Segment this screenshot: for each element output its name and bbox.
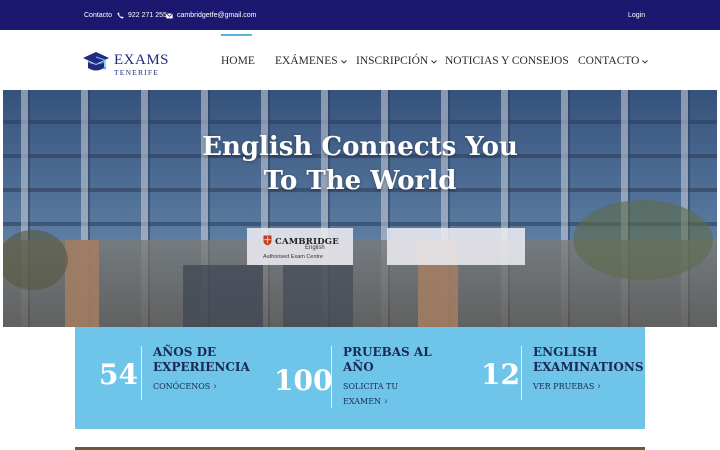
chevron-right-icon: › — [213, 382, 217, 392]
stat-title-line-2: EXPERIENCIA — [153, 360, 250, 374]
cambridge-caption: Authorised Exam Centre — [263, 254, 323, 260]
chevron-right-icon: › — [384, 397, 388, 407]
stat-title-line-1: AÑOS DE — [153, 345, 217, 359]
envelope-icon — [166, 12, 173, 19]
cambridge-logo: CAMBRIDGE — [263, 233, 339, 251]
nav-noticias-label[interactable]: NOTICIAS Y CONSEJOS — [445, 55, 569, 67]
hero-building-image — [3, 90, 717, 327]
nav-inscripcion-label[interactable]: INSCRIPCIÓN — [356, 55, 428, 67]
chevron-down-icon — [431, 55, 438, 67]
stat-title: AÑOS DE EXPERIENCIA — [153, 345, 250, 375]
stat-link-label[interactable]: VER PRUEBAS — [533, 382, 594, 391]
stat-link-line-1[interactable]: SOLICITA TU — [343, 379, 398, 394]
stat-divider — [521, 346, 522, 400]
stat-number: 54 — [99, 358, 138, 391]
nav-contacto-label[interactable]: CONTACTO — [578, 55, 639, 67]
top-bar: Contacto 922 271 255 cambridgetfe@gmail.… — [0, 0, 720, 30]
nav-examenes[interactable]: EXÁMENES — [275, 55, 347, 67]
solicita-examen-link[interactable]: SOLICITA TU EXAMEN › — [343, 379, 398, 410]
logo-line-2: TENERIFE — [114, 67, 160, 77]
email-link[interactable]: cambridgetfe@gmail.com — [166, 12, 256, 19]
contact-link[interactable]: Contacto — [84, 12, 112, 19]
nav-examenes-label[interactable]: EXÁMENES — [275, 55, 338, 67]
phone-link[interactable]: 922 271 255 — [117, 12, 167, 19]
cambridge-sub: English — [305, 245, 325, 251]
email-address[interactable]: cambridgetfe@gmail.com — [177, 12, 256, 19]
cambridge-badge[interactable]: CAMBRIDGE English Authorised Exam Centre — [247, 228, 353, 265]
login-label[interactable]: Login — [628, 12, 645, 19]
chevron-down-icon — [340, 55, 347, 67]
stat-title-line-1: ENGLISH — [533, 345, 598, 359]
hero-banner: English Connects You To The World CAMBRI… — [3, 90, 717, 327]
chevron-right-icon: › — [597, 382, 601, 392]
nav-home[interactable]: HOME — [221, 55, 255, 67]
stat-title: ENGLISH EXAMINATIONS — [533, 345, 644, 375]
partner-badge[interactable] — [387, 228, 525, 265]
stat-link-label[interactable]: CONÓCENOS — [153, 382, 210, 391]
site-header: EXAMS TENERIFE HOME EXÁMENES INSCRIPCIÓN… — [0, 30, 720, 90]
chevron-down-icon — [642, 55, 649, 67]
phone-number[interactable]: 922 271 255 — [128, 12, 167, 19]
stat-divider — [331, 346, 332, 408]
nav-noticias[interactable]: NOTICIAS Y CONSEJOS — [445, 55, 569, 67]
contact-label[interactable]: Contacto — [84, 12, 112, 19]
nav-inscripcion[interactable]: INSCRIPCIÓN — [356, 55, 438, 67]
logo-line-1: EXAMS — [114, 51, 170, 68]
stats-band: 54 AÑOS DE EXPERIENCIA CONÓCENOS › 100 PR… — [75, 327, 645, 429]
stat-number: 12 — [481, 358, 520, 391]
nav-home-label[interactable]: HOME — [221, 55, 255, 67]
graduation-cap-icon — [82, 50, 110, 79]
stat-title-line-2: AÑO — [343, 360, 374, 374]
phone-icon — [117, 12, 124, 19]
hero-headline-line-1: English Connects You — [202, 132, 518, 162]
stat-divider — [141, 346, 142, 400]
stat-title-line-2: EXAMINATIONS — [533, 360, 644, 374]
ver-pruebas-link[interactable]: VER PRUEBAS › — [533, 379, 601, 395]
nav-contacto[interactable]: CONTACTO — [578, 55, 649, 67]
stat-number: 100 — [274, 364, 333, 397]
hero-headline: English Connects You To The World — [3, 130, 717, 198]
stat-link-line-2[interactable]: EXAMEN — [343, 397, 381, 406]
stat-title: PRUEBAS AL AÑO — [343, 345, 432, 375]
hero-headline-line-2: To The World — [263, 166, 457, 196]
shield-icon — [263, 233, 272, 251]
conocenos-link[interactable]: CONÓCENOS › — [153, 379, 217, 395]
login-link[interactable]: Login — [628, 12, 645, 19]
site-logo[interactable]: EXAMS TENERIFE — [82, 50, 169, 79]
nav-active-indicator — [221, 34, 252, 36]
stat-title-line-1: PRUEBAS AL — [343, 345, 432, 359]
logo-text: EXAMS TENERIFE — [114, 51, 170, 77]
